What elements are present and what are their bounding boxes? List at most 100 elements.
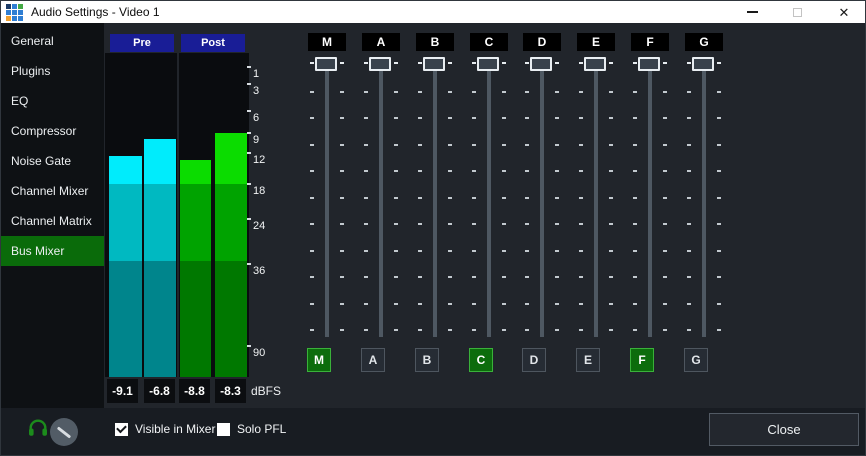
fader-tick-right-G bbox=[717, 144, 721, 146]
fader-tick-left-A bbox=[364, 303, 368, 305]
fader-tick-left-F bbox=[633, 276, 637, 278]
fader-tick-left-C bbox=[472, 197, 476, 199]
bus-toggle-E[interactable]: E bbox=[576, 348, 600, 372]
fader-tick-left-B bbox=[418, 91, 422, 93]
bus-toggle-G[interactable]: G bbox=[684, 348, 708, 372]
pre-meter-toggle[interactable]: Pre bbox=[110, 34, 174, 52]
fader-track-B[interactable] bbox=[433, 67, 437, 337]
scale-tick-label: 90 bbox=[253, 347, 265, 359]
fader-tick-left-G bbox=[687, 223, 691, 225]
monitor-volume-knob[interactable] bbox=[50, 418, 78, 446]
fader-handle-D[interactable] bbox=[530, 57, 552, 71]
fader-tick-right-D bbox=[555, 91, 559, 93]
bus-toggle-A[interactable]: A bbox=[361, 348, 385, 372]
fader-tick-left-B bbox=[418, 250, 422, 252]
fader-tick-right-M bbox=[340, 91, 344, 93]
bus-channel-label-M: M bbox=[308, 33, 346, 51]
fader-tick-left-C bbox=[472, 276, 476, 278]
fader-tick-left-F bbox=[633, 223, 637, 225]
sidebar-item-noise-gate[interactable]: Noise Gate bbox=[1, 146, 104, 176]
meter-reading-1: -9.1 bbox=[107, 379, 138, 403]
fader-tick-left-C bbox=[472, 250, 476, 252]
fader-top-tick-left-G bbox=[687, 62, 691, 64]
close-button[interactable]: Close bbox=[709, 413, 859, 446]
meter-reading-3: -8.8 bbox=[179, 379, 210, 403]
fader-tick-right-G bbox=[717, 303, 721, 305]
bus-channel-label-G: G bbox=[685, 33, 723, 51]
scale-tick-mark bbox=[247, 345, 251, 347]
fader-tick-left-D bbox=[525, 329, 529, 331]
checkbox-box[interactable] bbox=[115, 423, 128, 436]
fader-tick-left-C bbox=[472, 117, 476, 119]
fader-tick-left-E bbox=[579, 197, 583, 199]
visible-in-mixer-checkbox[interactable]: Visible in Mixer bbox=[115, 422, 215, 436]
fader-tick-right-E bbox=[609, 117, 613, 119]
bus-toggle-C[interactable]: C bbox=[469, 348, 493, 372]
fader-handle-B[interactable] bbox=[423, 57, 445, 71]
fader-handle-C[interactable] bbox=[477, 57, 499, 71]
fader-tick-left-G bbox=[687, 250, 691, 252]
sidebar-item-general[interactable]: General bbox=[1, 26, 104, 56]
bus-toggle-D[interactable]: D bbox=[522, 348, 546, 372]
fader-tick-right-E bbox=[609, 144, 613, 146]
fader-track-E[interactable] bbox=[594, 67, 598, 337]
fader-tick-right-A bbox=[394, 197, 398, 199]
bus-toggle-F[interactable]: F bbox=[630, 348, 654, 372]
headphones-icon[interactable] bbox=[27, 417, 49, 439]
fader-handle-E[interactable] bbox=[584, 57, 606, 71]
minimize-icon bbox=[747, 11, 758, 13]
fader-tick-left-B bbox=[418, 144, 422, 146]
minimize-button[interactable] bbox=[735, 1, 769, 23]
sidebar-item-channel-matrix[interactable]: Channel Matrix bbox=[1, 206, 104, 236]
fader-tick-left-D bbox=[525, 250, 529, 252]
fader-track-D[interactable] bbox=[540, 67, 544, 337]
checkbox-box[interactable] bbox=[217, 423, 230, 436]
fader-track-F[interactable] bbox=[648, 67, 652, 337]
fader-track-A[interactable] bbox=[379, 67, 383, 337]
fader-tick-right-B bbox=[448, 117, 452, 119]
fader-handle-A[interactable] bbox=[369, 57, 391, 71]
fader-tick-right-F bbox=[663, 223, 667, 225]
scale-tick-mark bbox=[247, 83, 251, 85]
bus-channel-label-C: C bbox=[470, 33, 508, 51]
post-meter-bar-1 bbox=[180, 160, 211, 377]
app-icon-cell bbox=[6, 4, 11, 9]
fader-tick-left-F bbox=[633, 329, 637, 331]
fader-top-tick-right-F bbox=[663, 62, 667, 64]
pre-meter-bar-1 bbox=[109, 156, 142, 377]
sidebar-item-bus-mixer[interactable]: Bus Mixer bbox=[1, 236, 104, 266]
sidebar-item-eq[interactable]: EQ bbox=[1, 86, 104, 116]
fader-tick-right-A bbox=[394, 250, 398, 252]
meter-reading-4: -8.3 bbox=[215, 379, 246, 403]
scale-tick-mark bbox=[247, 132, 251, 134]
bus-toggle-B[interactable]: B bbox=[415, 348, 439, 372]
fader-tick-left-G bbox=[687, 329, 691, 331]
fader-tick-right-A bbox=[394, 91, 398, 93]
fader-tick-left-F bbox=[633, 91, 637, 93]
fader-handle-G[interactable] bbox=[692, 57, 714, 71]
solo-pfl-checkbox[interactable]: Solo PFL bbox=[217, 422, 286, 436]
sidebar-item-plugins[interactable]: Plugins bbox=[1, 56, 104, 86]
fader-tick-right-E bbox=[609, 170, 613, 172]
fader-tick-right-B bbox=[448, 329, 452, 331]
fader-tick-right-F bbox=[663, 170, 667, 172]
close-window-button[interactable]: ✕ bbox=[827, 1, 861, 23]
fader-tick-right-M bbox=[340, 197, 344, 199]
app-icon-cell bbox=[18, 16, 23, 21]
fader-tick-right-M bbox=[340, 329, 344, 331]
fader-track-G[interactable] bbox=[702, 67, 706, 337]
fader-tick-right-G bbox=[717, 329, 721, 331]
fader-tick-left-D bbox=[525, 276, 529, 278]
fader-handle-F[interactable] bbox=[638, 57, 660, 71]
post-meter-bar-2 bbox=[215, 133, 247, 377]
maximize-icon bbox=[793, 8, 802, 17]
fader-tick-right-F bbox=[663, 117, 667, 119]
sidebar-item-channel-mixer[interactable]: Channel Mixer bbox=[1, 176, 104, 206]
post-meter-toggle[interactable]: Post bbox=[181, 34, 245, 52]
fader-track-C[interactable] bbox=[487, 67, 491, 337]
sidebar-item-compressor[interactable]: Compressor bbox=[1, 116, 104, 146]
maximize-button[interactable] bbox=[780, 1, 814, 23]
fader-handle-M[interactable] bbox=[315, 57, 337, 71]
fader-track-M[interactable] bbox=[325, 67, 329, 337]
bus-toggle-M[interactable]: M bbox=[307, 348, 331, 372]
